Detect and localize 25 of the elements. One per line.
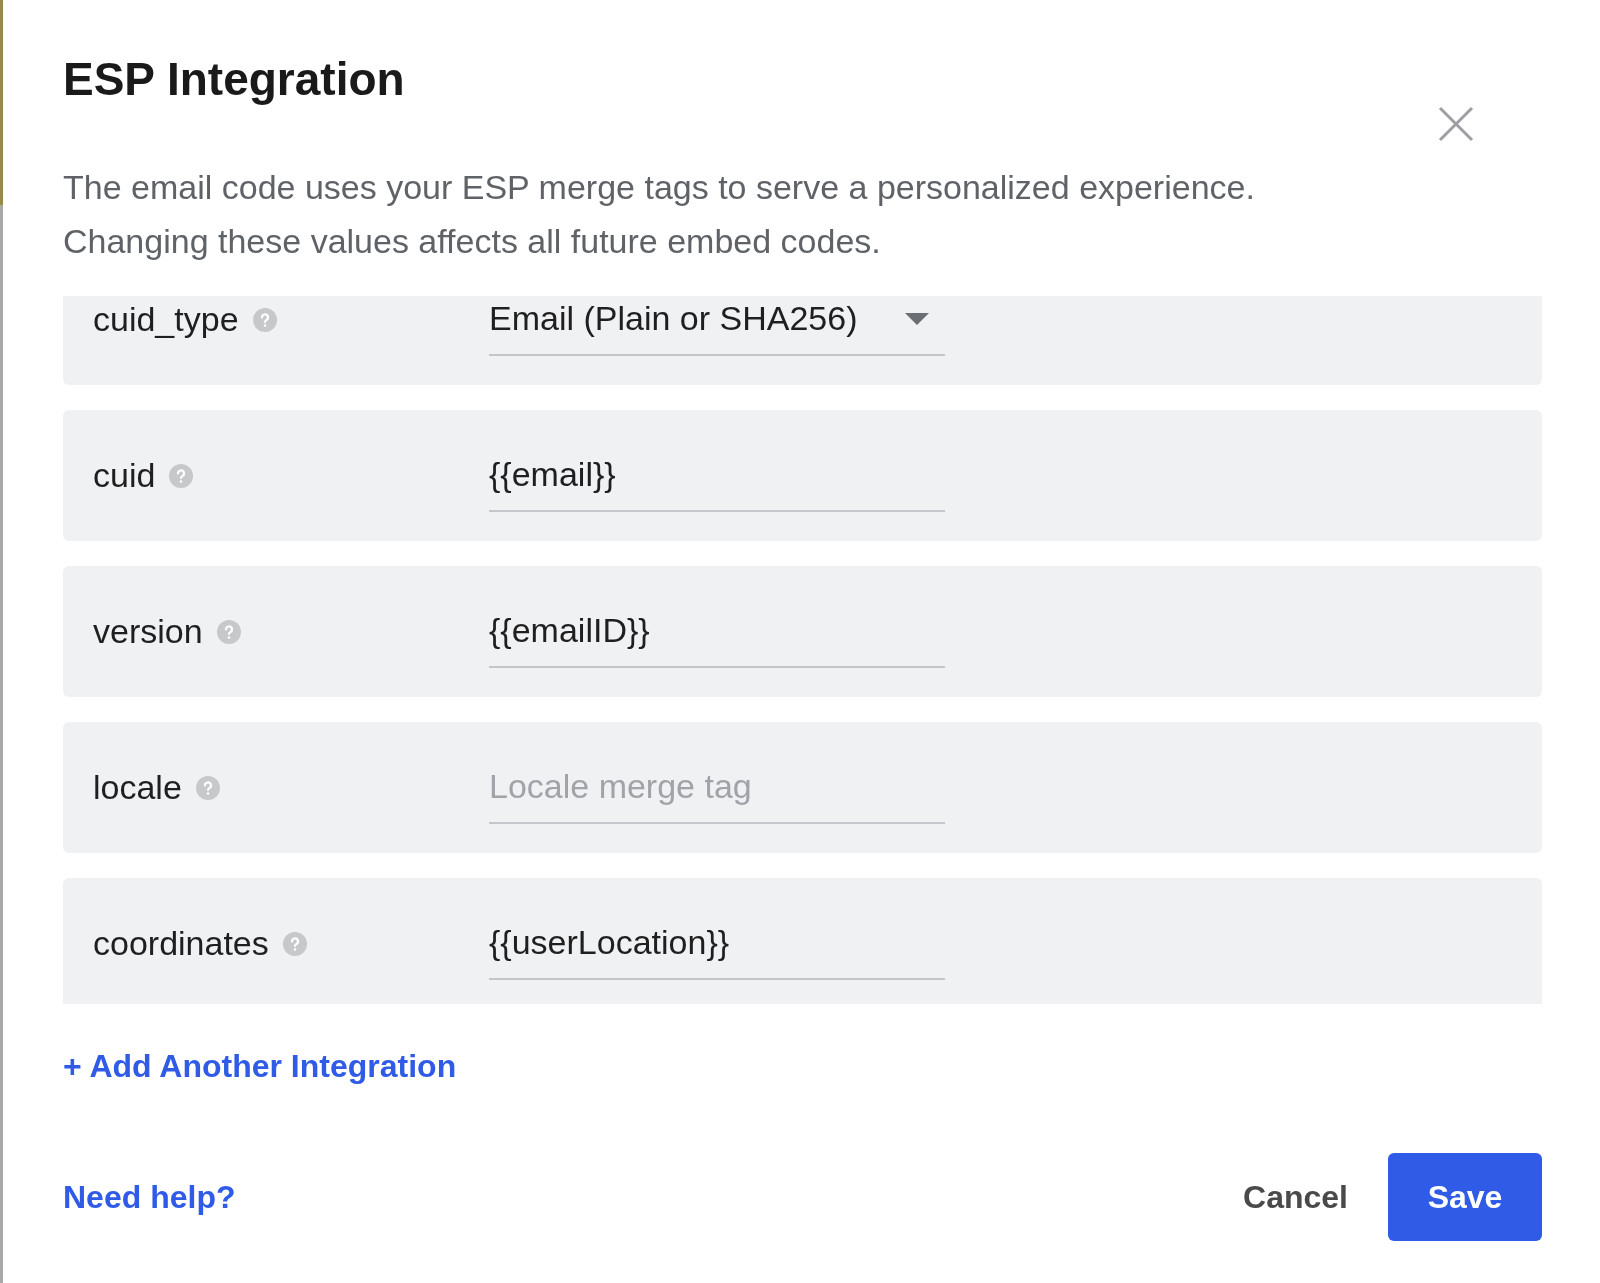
close-button[interactable] xyxy=(1438,106,1474,142)
description-text: The email code uses your ESP merge tags to serve a personalized experience. xyxy=(63,168,1256,206)
input-field[interactable]: {{userLocation}} xyxy=(489,907,945,980)
select-field[interactable]: Email (Plain or SHA256) xyxy=(489,296,945,356)
help-icon[interactable] xyxy=(195,775,220,800)
help-icon[interactable] xyxy=(216,619,241,644)
close-icon xyxy=(1438,106,1474,142)
caret-icon xyxy=(905,312,929,325)
description-text: Changing these values affects all future embed codes. xyxy=(63,222,882,260)
help-link[interactable]: Need help? xyxy=(63,1178,236,1216)
dialog-title: ESP Integration xyxy=(63,52,405,106)
save-button[interactable]: Save xyxy=(1388,1153,1542,1241)
field-label: cuid_type xyxy=(93,300,239,339)
field-label: locale xyxy=(93,768,182,807)
help-icon[interactable] xyxy=(282,931,307,956)
input-field[interactable]: {{email}} xyxy=(489,439,945,512)
field-label: cuid xyxy=(93,456,156,495)
cancel-button[interactable]: Cancel xyxy=(1243,1178,1348,1216)
field-label: version xyxy=(93,612,203,651)
help-icon[interactable] xyxy=(169,463,194,488)
input-field[interactable]: {{emailID}} xyxy=(489,595,945,668)
help-icon[interactable] xyxy=(252,307,277,332)
add-integration-link[interactable]: + Add Another Integration xyxy=(63,1048,457,1085)
input-field[interactable]: Locale merge tag xyxy=(489,751,945,824)
field-label: coordinates xyxy=(93,924,269,963)
